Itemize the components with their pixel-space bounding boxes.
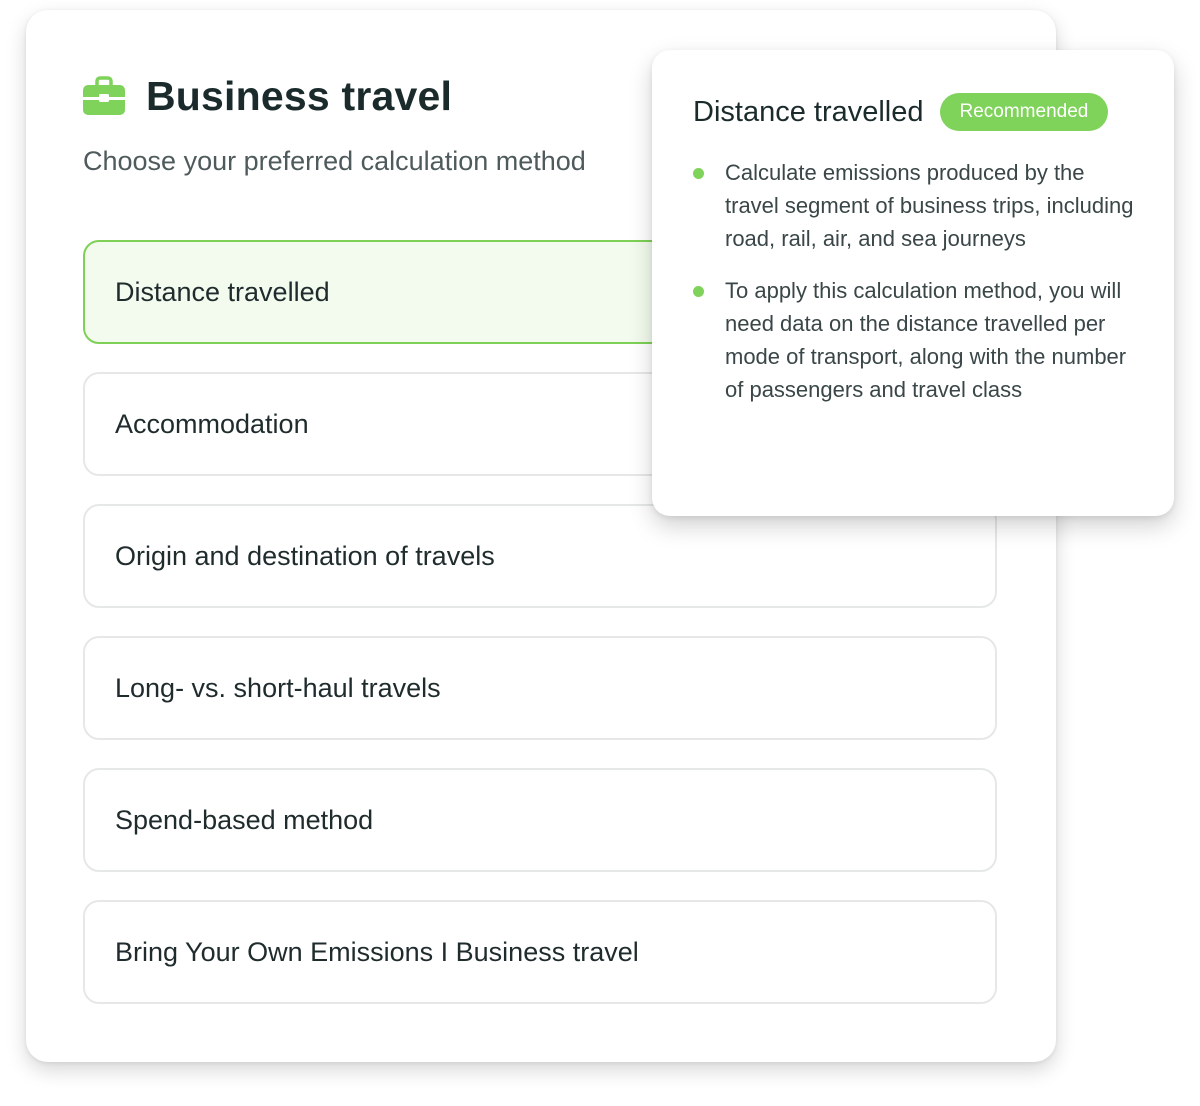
option-label: Spend-based method <box>115 804 374 835</box>
option-bring-your-own-emissions[interactable]: Bring Your Own Emissions I Business trav… <box>83 900 997 1004</box>
bullet-text: To apply this calculation method, you wi… <box>725 278 1127 402</box>
option-label: Accommodation <box>115 408 309 439</box>
stage: Business travel Choose your preferred ca… <box>0 0 1200 1106</box>
option-label: Origin and destination of travels <box>115 540 495 571</box>
option-long-short-haul[interactable]: Long- vs. short-haul travels <box>83 636 997 740</box>
page-title: Business travel <box>146 72 453 119</box>
popover-bullets: Calculate emissions produced by the trav… <box>693 156 1134 406</box>
option-spend-based[interactable]: Spend-based method <box>83 768 997 872</box>
method-info-popover: Distance travelled Recommended Calculate… <box>652 50 1174 516</box>
option-label: Long- vs. short-haul travels <box>115 672 441 703</box>
bullet-text: Calculate emissions produced by the trav… <box>725 160 1134 251</box>
popover-header: Distance travelled Recommended <box>693 92 1134 132</box>
popover-bullet: To apply this calculation method, you wi… <box>693 274 1134 406</box>
option-origin-destination[interactable]: Origin and destination of travels <box>83 504 997 608</box>
page-subtitle: Choose your preferred calculation method <box>83 146 586 176</box>
option-label: Distance travelled <box>115 276 330 307</box>
recommended-badge: Recommended <box>939 93 1109 131</box>
popover-title: Distance travelled <box>693 95 924 128</box>
popover-bullet: Calculate emissions produced by the trav… <box>693 156 1134 255</box>
briefcase-icon <box>83 76 125 115</box>
bullet-dot-icon <box>693 168 704 179</box>
card-header: Business travel <box>82 72 452 120</box>
bullet-dot-icon <box>693 286 704 297</box>
option-label: Bring Your Own Emissions I Business trav… <box>115 936 639 967</box>
